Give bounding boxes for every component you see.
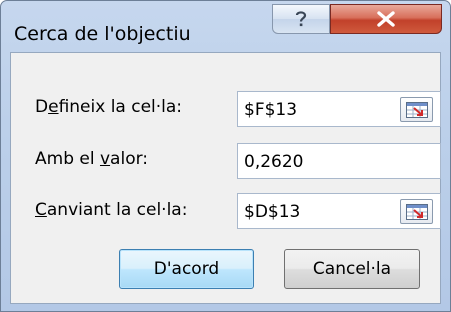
question-mark-icon: [295, 11, 307, 27]
close-x-icon: [377, 11, 395, 27]
cancel-button[interactable]: Cancel·la: [284, 249, 420, 289]
to-value-value: 0,2620: [244, 152, 304, 172]
changing-cell-label: Canviant la cel·la:: [35, 200, 188, 220]
to-value-input[interactable]: 0,2620: [237, 143, 441, 179]
set-cell-range-button[interactable]: [400, 97, 433, 122]
help-button[interactable]: [272, 4, 330, 34]
goal-seek-dialog: Cerca de l'objectiu Defineix la cel·la: …: [0, 0, 451, 312]
close-button[interactable]: [330, 4, 442, 34]
to-value-label: Amb el valor:: [35, 149, 149, 169]
set-cell-value: $F$13: [244, 100, 298, 120]
collapse-dialog-range-icon: [405, 203, 428, 220]
dialog-title: Cerca de l'objectiu: [14, 23, 191, 45]
changing-cell-value: $D$13: [244, 202, 301, 222]
changing-cell-range-button[interactable]: [400, 199, 433, 224]
ok-button[interactable]: D'acord: [119, 249, 254, 289]
collapse-dialog-range-icon: [405, 101, 428, 118]
set-cell-label: Defineix la cel·la:: [35, 97, 183, 117]
